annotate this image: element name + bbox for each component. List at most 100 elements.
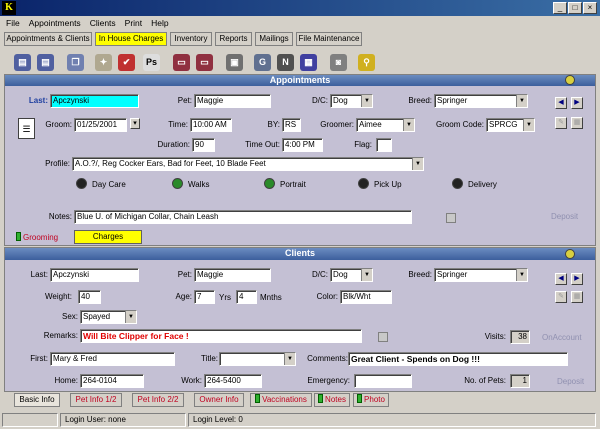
day-care-radio[interactable] [76,178,87,189]
tab-in-house-charges[interactable]: In House Charges [95,32,167,46]
appt-pet-field[interactable]: Maggie [194,94,271,108]
tab-reports[interactable]: Reports [215,32,252,46]
wizard-icon[interactable]: ✦ [95,54,112,71]
close-button[interactable]: × [583,2,597,14]
client-weight-field[interactable]: 40 [78,290,101,304]
search-icon[interactable]: ⚲ [358,54,375,71]
appt-time-field[interactable]: 10:00 AM [190,118,232,132]
client-remarks-checkbox[interactable] [378,332,388,342]
tab-charges[interactable]: Charges [74,230,142,244]
menu-bar: File Appointments Clients Print Help [6,18,178,28]
client-prev-button[interactable]: ◀ [555,273,567,285]
client-grid-icon[interactable]: ▦ [571,291,583,303]
status-login-user: Login User: none [60,413,186,427]
clients-status-dot [565,249,575,259]
client-title-select[interactable] [219,352,296,366]
tab-photo-label: Photo [364,395,385,404]
menu-appointments[interactable]: Appointments [29,18,81,28]
n-icon[interactable]: N [277,54,294,71]
client-breed-select[interactable]: Springer [434,268,528,282]
maximize-button[interactable]: □ [568,2,582,14]
clients-header: Clients [5,248,595,260]
client-age-months-field[interactable]: 4 [236,290,257,304]
tab-inventory[interactable]: Inventory [170,32,212,46]
tab-mailings[interactable]: Mailings [255,32,293,46]
check-icon[interactable]: ✔ [118,54,135,71]
calendar-icon[interactable]: ▦ [300,54,317,71]
tab-pet-info-1[interactable]: Pet Info 1/2 [70,393,122,407]
appt-notes-checkbox[interactable] [446,213,456,223]
client-first-field[interactable]: Mary & Fred [50,352,175,366]
tab-owner-info[interactable]: Owner Info [194,393,244,407]
folder-icon[interactable]: ▣ [226,54,243,71]
appt-grid-icon[interactable]: ▦ [571,117,583,129]
client-work-field[interactable]: 264-5400 [204,374,262,388]
menu-print[interactable]: Print [125,18,142,28]
client-emergency-field[interactable] [354,374,412,388]
g-icon[interactable]: G [254,54,271,71]
tab-photo[interactable]: Photo [353,393,389,407]
appt-breed-select[interactable]: Springer [434,94,528,108]
client-comments-field[interactable]: Great Client - Spends on Dog !!! [348,352,568,366]
tab-grooming-label: Grooming [23,233,59,242]
client-deposit-label[interactable]: Deposit [557,377,584,386]
appt-groomer-select[interactable]: Aimee [356,118,415,132]
appt-prev-button[interactable]: ◀ [555,97,567,109]
tab-basic-info[interactable]: Basic Info [14,393,60,407]
appt-edit-icon[interactable]: ✎ [555,117,567,129]
appt-last-field[interactable]: Apczynski [50,94,139,108]
tab-notes[interactable]: Notes [314,393,350,407]
appt-next-button[interactable]: ▶ [571,97,583,109]
tab-pet-info-2[interactable]: Pet Info 2/2 [132,393,184,407]
screen2-icon[interactable]: ▭ [196,54,213,71]
client-dc-select[interactable]: Dog [330,268,373,282]
menu-file[interactable]: File [6,18,20,28]
tab-file-maintenance[interactable]: File Maintenance [296,32,362,46]
menu-clients[interactable]: Clients [90,18,116,28]
client-color-field[interactable]: Blk/Wht [340,290,392,304]
client-remarks-field[interactable]: Will Bite Clipper for Face ! [80,329,362,343]
appt-notes-field[interactable]: Blue U. of Michigan Collar, Chain Leash [74,210,412,224]
appt-profile-label: Profile: [45,159,70,168]
title-bar [0,0,600,16]
tab-vaccinations[interactable]: Vaccinations [250,393,312,407]
client-age-years-field[interactable]: 7 [194,290,215,304]
copy-icon[interactable]: ❐ [67,54,84,71]
menu-help[interactable]: Help [151,18,168,28]
appt-duration-field[interactable]: 90 [192,138,215,152]
minimize-button[interactable]: _ [553,2,567,14]
print-icon[interactable]: ▤ [14,54,31,71]
client-edit-icon[interactable]: ✎ [555,291,567,303]
delivery-radio[interactable] [452,178,463,189]
client-sex-select[interactable]: Spayed [80,310,137,324]
ps-icon[interactable]: Ps [143,54,160,71]
appt-time-out-field[interactable]: 4:00 PM [282,138,323,152]
client-last-field[interactable]: Apczynski [50,268,139,282]
appt-deposit-label[interactable]: Deposit [551,212,578,221]
appt-dc-label: D/C: [312,96,328,105]
appt-flag-field[interactable] [376,138,392,152]
tab-appointments-clients[interactable]: Appointments & Clients [4,32,92,46]
on-account-link[interactable]: OnAccount [542,333,582,342]
notepad-icon[interactable]: ☰ [18,118,35,139]
client-home-field[interactable]: 264-0104 [80,374,144,388]
delivery-label: Delivery [468,180,497,189]
tab-grooming[interactable]: Grooming [16,232,58,242]
appt-groom-code-select[interactable]: SPRCG [486,118,535,132]
client-num-pets-label: No. of Pets: [464,376,506,385]
client-pet-field[interactable]: Maggie [194,268,271,282]
client-next-button[interactable]: ▶ [571,273,583,285]
camera-icon[interactable]: ◙ [330,54,347,71]
screen-icon[interactable]: ▭ [173,54,190,71]
walks-radio[interactable] [172,178,183,189]
appointments-header: Appointments [5,75,595,86]
appt-by-field[interactable]: RS [282,118,301,132]
portrait-radio[interactable] [264,178,275,189]
appt-dc-select[interactable]: Dog [330,94,373,108]
appt-groom-date-field[interactable]: 01/25/2001 [74,118,127,132]
print-alt-icon[interactable]: ▤ [37,54,54,71]
appt-last-label: Last: [28,96,48,105]
pick-up-radio[interactable] [358,178,369,189]
appt-profile-select[interactable]: A.O.?/, Reg Cocker Ears, Bad for Feet, 1… [72,157,424,171]
calendar-picker-icon[interactable]: ▾ [130,118,140,129]
